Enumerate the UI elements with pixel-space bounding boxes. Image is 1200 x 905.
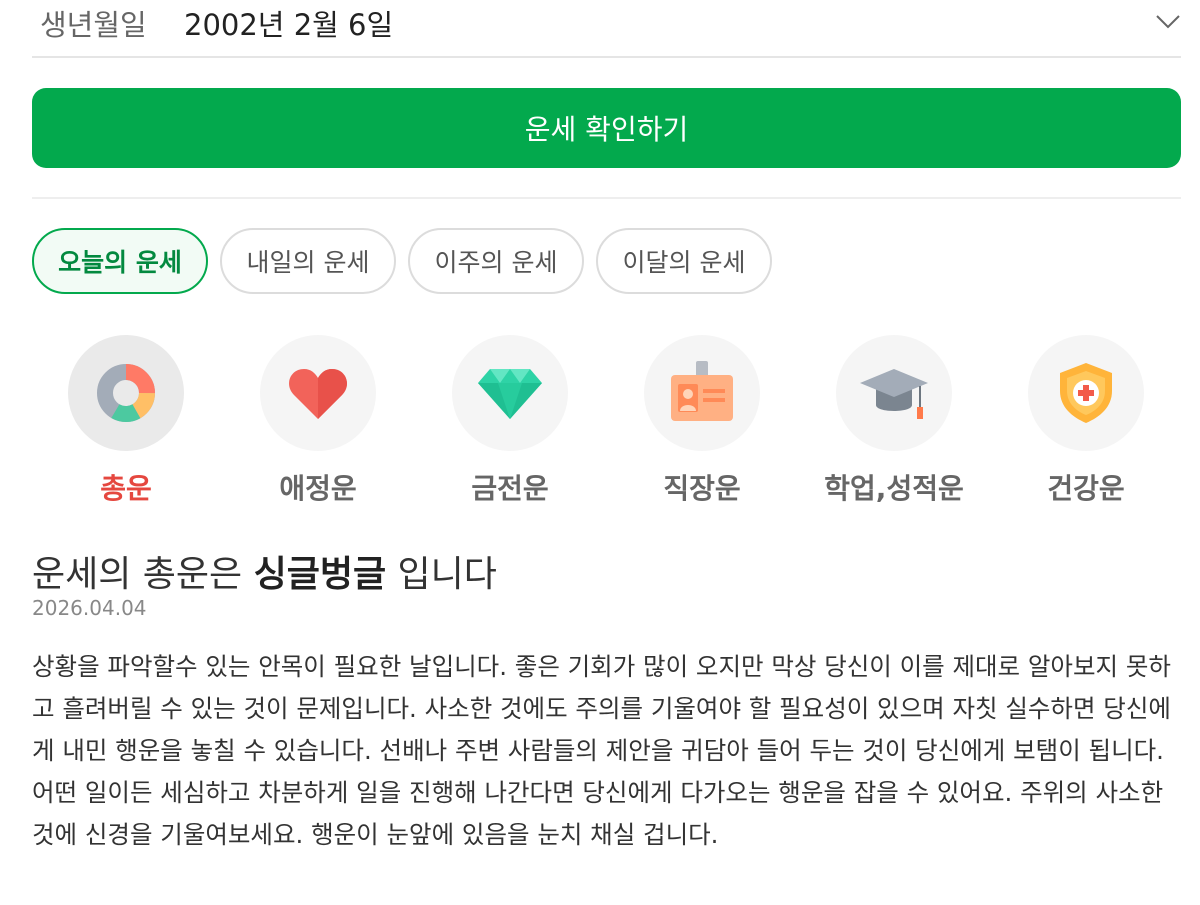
fortune-categories: 총운 애정운 금전운 직장운 학업,성적운 건강운 xyxy=(30,335,1180,510)
check-fortune-button[interactable]: 운세 확인하기 xyxy=(32,88,1181,168)
result-title: 운세의 총운은 싱글벙글 입니다 xyxy=(32,545,497,597)
tab-this-week[interactable]: 이주의 운세 xyxy=(408,228,584,294)
result-title-prefix: 운세의 총운은 xyxy=(32,554,254,595)
birthdate-value[interactable]: 2002년 2월 6일 xyxy=(184,2,393,44)
category-icon-circle xyxy=(260,335,376,451)
result-title-suffix: 입니다 xyxy=(386,554,497,595)
birthdate-label: 생년월일 xyxy=(40,8,147,42)
category-study[interactable]: 학업,성적운 xyxy=(798,335,990,510)
category-icon-circle xyxy=(68,335,184,451)
category-money[interactable]: 금전운 xyxy=(414,335,606,510)
category-label: 건강운 xyxy=(1047,472,1125,505)
category-label: 학업,성적운 xyxy=(824,472,964,505)
category-love[interactable]: 애정운 xyxy=(222,335,414,510)
tab-this-month[interactable]: 이달의 운세 xyxy=(596,228,772,294)
health-shield-icon xyxy=(1060,363,1112,423)
period-tabs: 오늘의 운세 내일의 운세 이주의 운세 이달의 운세 xyxy=(32,228,772,294)
graduation-cap-icon xyxy=(860,369,928,419)
category-icon-circle xyxy=(836,335,952,451)
category-label: 직장운 xyxy=(663,472,741,505)
chevron-down-icon[interactable] xyxy=(1155,8,1181,34)
id-badge-icon xyxy=(671,361,733,421)
category-icon-circle xyxy=(644,335,760,451)
category-career[interactable]: 직장운 xyxy=(606,335,798,510)
category-label: 애정운 xyxy=(279,472,357,505)
fortune-description: 상황을 파악할수 있는 안목이 필요한 날입니다. 좋은 기회가 많이 오지만 … xyxy=(32,652,1171,849)
category-label: 총운 xyxy=(100,472,152,505)
result-title-highlight: 싱글벙글 xyxy=(253,554,387,595)
category-icon-circle xyxy=(452,335,568,451)
divider xyxy=(32,197,1181,199)
tab-today[interactable]: 오늘의 운세 xyxy=(32,228,208,294)
diamond-icon xyxy=(478,369,542,419)
category-health[interactable]: 건강운 xyxy=(990,335,1182,510)
tab-tomorrow[interactable]: 내일의 운세 xyxy=(220,228,396,294)
donut-chart-icon xyxy=(97,364,155,422)
category-icon-circle xyxy=(1028,335,1144,451)
birthdate-selector[interactable]: 생년월일 2002년 2월 6일 xyxy=(32,0,1181,58)
category-label: 금전운 xyxy=(471,472,549,505)
category-overall[interactable]: 총운 xyxy=(30,335,222,510)
heart-icon xyxy=(289,369,347,419)
result-date: 2026.04.04 xyxy=(32,596,147,620)
